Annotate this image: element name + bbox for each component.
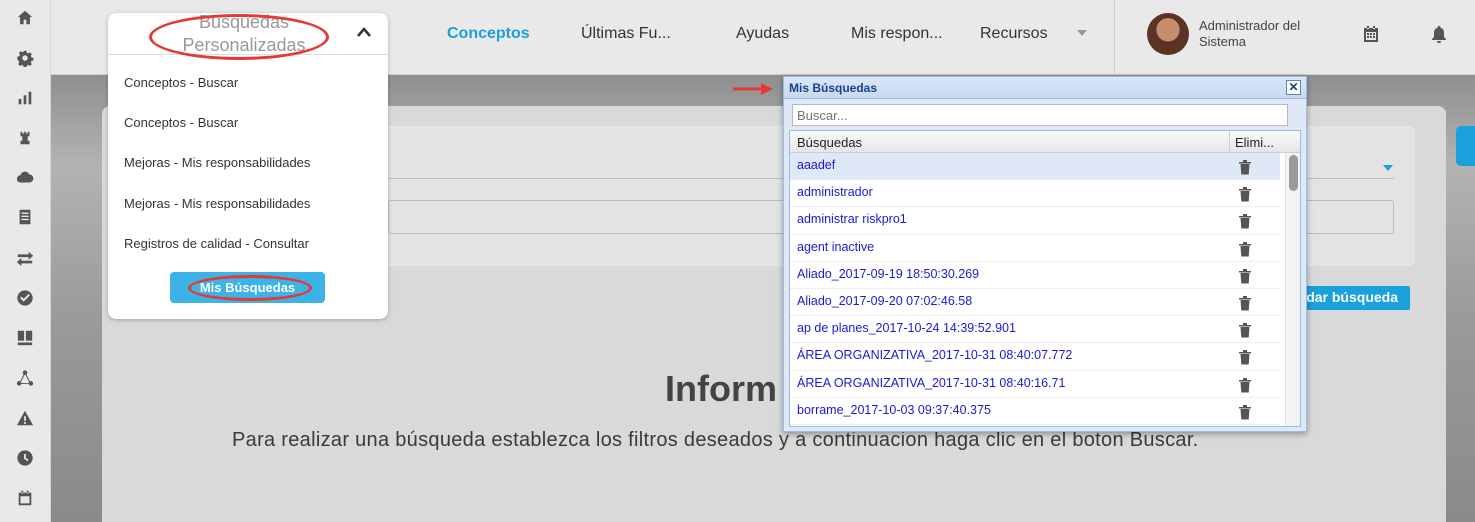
table-row[interactable]: ap de planes_2017-10-24 14:39:52.901 [790, 316, 1280, 344]
table-row[interactable]: administrar riskpro1 [790, 207, 1280, 235]
select-caret-icon[interactable] [1383, 165, 1393, 171]
trash-icon[interactable] [1238, 159, 1252, 175]
table-row[interactable]: Aliado_2017-09-20 07:02:46.58 [790, 289, 1280, 317]
table-row[interactable]: Aliado_2017-09-19 18:50:30.269 [790, 262, 1280, 289]
trash-icon[interactable] [1238, 349, 1252, 365]
trash-icon[interactable] [1238, 186, 1252, 202]
dropdown-item[interactable]: Conceptos - Buscar [124, 75, 238, 90]
search-name-link[interactable]: borrame_2017-10-03 09:37:40.375 [797, 403, 991, 417]
bell-icon[interactable] [1429, 24, 1449, 44]
trash-icon[interactable] [1238, 213, 1252, 229]
trash-icon[interactable] [1238, 241, 1252, 257]
cloud-icon[interactable] [15, 168, 35, 188]
warning-icon[interactable] [15, 408, 35, 428]
trash-icon[interactable] [1238, 377, 1252, 393]
nav-conceptos[interactable]: Conceptos [447, 25, 530, 43]
dropdown-item[interactable]: Conceptos - Buscar [124, 115, 238, 130]
home-icon[interactable] [15, 8, 35, 28]
calendar-icon[interactable] [15, 488, 35, 508]
vertical-scrollbar[interactable] [1285, 153, 1300, 426]
search-name-link[interactable]: administrar riskpro1 [797, 212, 907, 226]
grid-rows: aaadef administrador administrar riskpro1 a… [790, 153, 1280, 425]
avatar[interactable] [1147, 13, 1189, 55]
table-row[interactable]: ÁREA ORGANIZATIVA_2017-10-31 08:40:07.77… [790, 343, 1280, 371]
dropdown-item[interactable]: Registros de calidad - Consultar [124, 236, 309, 251]
bar-chart-icon[interactable] [15, 88, 35, 108]
user-name[interactable]: Administrador del Sistema [1199, 18, 1329, 50]
nav-mis-responsabilidades[interactable]: Mis respon... [851, 25, 943, 43]
trash-icon[interactable] [1238, 295, 1252, 311]
save-search-button[interactable]: Guardar búsqueda [1290, 286, 1410, 310]
column-divider[interactable] [1229, 131, 1230, 153]
left-rail [0, 0, 51, 522]
clock-icon[interactable] [15, 448, 35, 468]
annotation-oval [149, 14, 329, 60]
document-icon[interactable] [15, 207, 35, 227]
column-header-delete[interactable]: Elimi... [1235, 135, 1274, 150]
column-header-searches[interactable]: Búsquedas [797, 135, 862, 150]
searches-grid: Búsquedas Elimi... aaadef administrador ad… [789, 130, 1301, 427]
custom-searches-dropdown: Busquedas Personalizadas Conceptos - Bus… [108, 12, 388, 319]
chevron-up-icon[interactable] [356, 25, 371, 39]
trash-icon[interactable] [1238, 268, 1252, 284]
search-name-link[interactable]: agent inactive [797, 240, 874, 254]
search-input[interactable] [792, 104, 1288, 126]
calendar-icon[interactable] [1361, 24, 1381, 44]
user-divider [1114, 0, 1115, 75]
table-row[interactable]: administrador [790, 180, 1280, 208]
my-searches-window: Mis Búsquedas ✕ Búsquedas Elimi... aaade… [783, 76, 1307, 432]
nav-more-caret-icon[interactable] [1077, 30, 1087, 36]
table-row[interactable]: aaadef [790, 153, 1280, 181]
dropdown-item[interactable]: Mejoras - Mis responsabilidades [124, 196, 310, 211]
swap-icon[interactable] [15, 248, 35, 268]
annotation-arrow-icon [733, 83, 773, 95]
window-header[interactable]: Mis Búsquedas ✕ [784, 77, 1306, 99]
nav-ayudas[interactable]: Ayudas [736, 25, 789, 43]
rook-icon[interactable] [15, 128, 35, 148]
table-row[interactable]: agent inactive [790, 235, 1280, 262]
table-row[interactable]: ÁREA ORGANIZATIVA_2017-10-31 08:40:16.71 [790, 371, 1280, 398]
annotation-oval [188, 275, 312, 301]
nav-ultimas-funciones[interactable]: Últimas Fu... [581, 25, 671, 43]
trash-icon[interactable] [1238, 322, 1252, 338]
table-row[interactable]: borrame_2017-10-03 09:37:40.375 [790, 398, 1280, 425]
check-circle-icon[interactable] [15, 288, 35, 308]
search-name-link[interactable]: aaadef [797, 158, 835, 172]
search-name-link[interactable]: ÁREA ORGANIZATIVA_2017-10-31 08:40:07.77… [797, 348, 1072, 362]
scrollbar-thumb[interactable] [1289, 155, 1298, 191]
window-title: Mis Búsquedas [789, 81, 878, 95]
trash-icon[interactable] [1238, 404, 1252, 420]
info-text: Para realizar una búsqueda establezca lo… [232, 429, 1199, 451]
info-title: Inform [665, 368, 777, 409]
nav-recursos[interactable]: Recursos [980, 25, 1048, 43]
gear-icon[interactable] [15, 48, 35, 68]
dropdown-header[interactable]: Busquedas Personalizadas [108, 12, 388, 60]
side-panel-tab[interactable] [1456, 126, 1475, 166]
search-name-link[interactable]: ÁREA ORGANIZATIVA_2017-10-31 08:40:16.71 [797, 376, 1065, 390]
search-name-link[interactable]: administrador [797, 185, 873, 199]
search-name-link[interactable]: Aliado_2017-09-19 18:50:30.269 [797, 267, 979, 281]
dropdown-item[interactable]: Mejoras - Mis responsabilidades [124, 155, 310, 170]
dashboard-icon[interactable] [15, 328, 35, 348]
network-icon[interactable] [15, 368, 35, 388]
grid-header: Búsquedas Elimi... [790, 131, 1300, 153]
search-name-link[interactable]: ap de planes_2017-10-24 14:39:52.901 [797, 321, 1016, 335]
close-icon[interactable]: ✕ [1286, 80, 1301, 95]
search-name-link[interactable]: Aliado_2017-09-20 07:02:46.58 [797, 294, 972, 308]
